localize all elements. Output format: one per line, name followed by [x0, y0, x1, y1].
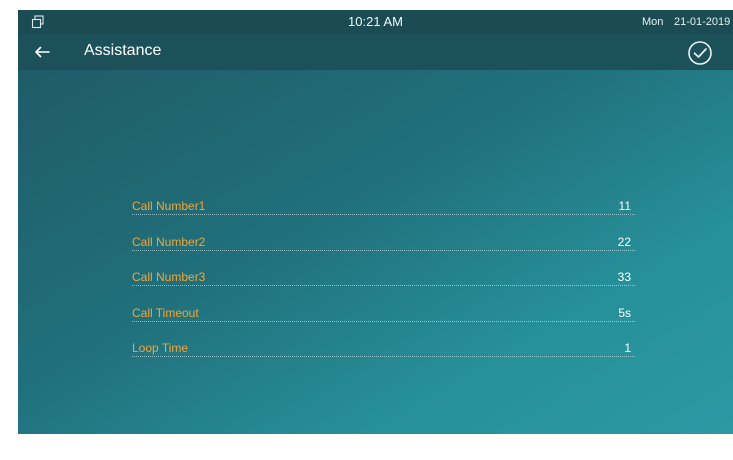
setting-row-loop-time[interactable]: Loop Time 1 [132, 332, 635, 368]
setting-row-call-number2[interactable]: Call Number2 22 [132, 226, 635, 262]
setting-row-call-timeout[interactable]: Call Timeout 5s [132, 297, 635, 333]
device-screen: 10:21 AM Mon 21-01-2019 Assistance Call … [18, 10, 733, 434]
status-time: 10:21 AM [348, 14, 403, 29]
setting-label: Loop Time [132, 341, 189, 355]
settings-list: Call Number1 11 Call Number2 22 Call Num… [132, 190, 635, 368]
setting-row-call-number3[interactable]: Call Number3 33 [132, 261, 635, 297]
setting-value: 11 [618, 199, 631, 213]
row-divider [132, 214, 635, 215]
confirm-button[interactable] [685, 38, 715, 68]
page-title: Assistance [84, 42, 162, 59]
setting-label: Call Timeout [132, 305, 199, 320]
setting-label: Call Number3 [132, 270, 206, 284]
back-button[interactable] [26, 38, 58, 66]
setting-value: 22 [617, 234, 631, 249]
arrow-left-icon [35, 46, 50, 58]
setting-label: Call Number2 [132, 234, 206, 249]
row-divider [132, 285, 635, 286]
check-circle-icon [688, 41, 712, 65]
status-day: Mon [642, 16, 664, 28]
setting-row-call-number1[interactable]: Call Number1 11 [132, 190, 635, 226]
row-divider [132, 356, 635, 357]
status-bar: 10:21 AM Mon 21-01-2019 [18, 10, 733, 34]
setting-value: 5s [618, 305, 631, 320]
status-date: 21-01-2019 [674, 16, 731, 28]
row-divider [132, 249, 635, 251]
setting-value: 33 [617, 270, 631, 284]
title-bar: Assistance [18, 34, 733, 70]
row-divider [132, 320, 635, 322]
setting-label: Call Number1 [132, 199, 206, 213]
setting-value: 1 [624, 341, 631, 355]
